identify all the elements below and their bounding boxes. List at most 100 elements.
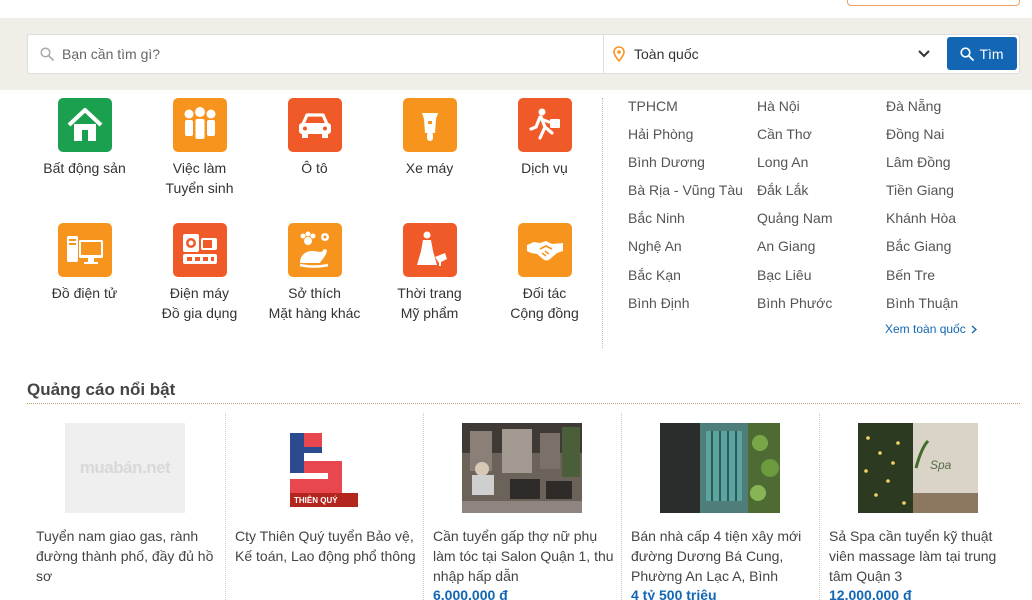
category-label: Đối tác bbox=[522, 285, 567, 301]
city-link[interactable]: Bình Thuận bbox=[886, 295, 958, 311]
city-link[interactable]: Bến Tre bbox=[886, 267, 935, 283]
appliances-icon bbox=[172, 223, 227, 277]
city-link[interactable]: Tiền Giang bbox=[886, 182, 954, 198]
city-link[interactable]: Bắc Ninh bbox=[628, 210, 685, 226]
salon-photo bbox=[462, 423, 582, 513]
city-link[interactable]: Hải Phòng bbox=[628, 126, 693, 142]
city-link[interactable]: Nghệ An bbox=[628, 238, 682, 254]
search-input[interactable] bbox=[62, 39, 582, 69]
house-photo bbox=[660, 423, 780, 513]
category-dich-vu[interactable]: Dịch vụ bbox=[487, 98, 602, 178]
city-link[interactable]: Đà Nẵng bbox=[886, 98, 941, 114]
thien-quy-logo-text: THIÊN QUÝ bbox=[294, 496, 338, 505]
category-label: Xe máy bbox=[405, 160, 454, 176]
category-sublabel: Mặt hàng khác bbox=[268, 305, 361, 321]
section-divider bbox=[27, 403, 1020, 404]
search-input-wrap bbox=[28, 35, 603, 73]
computer-icon bbox=[57, 223, 112, 277]
ad-title: Sả Spa cần tuyển kỹ thuật viên massage l… bbox=[829, 528, 997, 584]
ad-thumbnail: Spa bbox=[858, 423, 978, 513]
city-link[interactable]: Quảng Nam bbox=[757, 210, 832, 226]
ad-price: 4 tỷ 500 triệu bbox=[631, 587, 717, 600]
location-value: Toàn quốc bbox=[634, 46, 699, 62]
ad-title: Tuyển nam giao gas, rành đường thành phố… bbox=[36, 528, 214, 584]
city-link[interactable]: Bình Phước bbox=[757, 295, 832, 311]
hobby-icon bbox=[287, 223, 342, 277]
category-label: Dịch vụ bbox=[521, 160, 568, 176]
spa-logo-text: Spa bbox=[930, 458, 952, 472]
category-label: Thời trang bbox=[397, 285, 462, 301]
see-all-label: Xem toàn quốc bbox=[885, 322, 966, 336]
category-dien-may[interactable]: Điện máy Đồ gia dụng bbox=[142, 223, 257, 323]
category-viec-lam[interactable]: Việc làm Tuyển sinh bbox=[142, 98, 257, 198]
category-sublabel: Đồ gia dụng bbox=[161, 305, 238, 321]
city-link[interactable]: Bắc Giang bbox=[886, 238, 951, 254]
search-button[interactable]: Tìm bbox=[947, 37, 1017, 70]
ad-price: 12.000.000 đ bbox=[829, 587, 912, 600]
category-label: Điện máy bbox=[169, 285, 230, 301]
top-bar bbox=[0, 0, 1032, 18]
category-sublabel: Mỹ phẩm bbox=[400, 305, 459, 321]
city-link[interactable]: Đắk Lắk bbox=[757, 182, 808, 198]
city-link[interactable]: Bà Rịa - Vũng Tàu bbox=[628, 182, 743, 198]
chevron-down-icon bbox=[909, 50, 939, 58]
category-doi-tac[interactable]: Đối tác Cộng đồng bbox=[487, 223, 602, 323]
category-label: Sở thích bbox=[288, 285, 341, 301]
chevron-right-icon bbox=[971, 324, 977, 334]
search-box: Toàn quốc Tìm bbox=[27, 34, 1020, 74]
ad-thumbnail: THIÊN QUÝ bbox=[264, 423, 384, 513]
category-label: Việc làm bbox=[172, 160, 227, 176]
scooter-icon bbox=[402, 98, 457, 152]
car-icon bbox=[287, 98, 342, 152]
ad-title: Cần tuyển gấp thợ nữ phụ làm tóc tại Sal… bbox=[433, 528, 614, 584]
ad-thumbnail: muabán.net bbox=[65, 423, 185, 513]
ad-title: Cty Thiên Quý tuyển Bảo vệ, Kế toán, Lao… bbox=[235, 528, 416, 564]
city-link[interactable]: An Giang bbox=[757, 238, 815, 254]
category-do-dien-tu[interactable]: Đồ điện tử bbox=[27, 223, 142, 303]
city-link[interactable]: Bình Dương bbox=[628, 154, 705, 170]
house-icon bbox=[57, 98, 112, 152]
category-so-thich[interactable]: Sở thích Mặt hàng khác bbox=[257, 223, 372, 323]
category-xe-may[interactable]: Xe máy bbox=[372, 98, 487, 178]
ad-card[interactable]: THIÊN QUÝ Cty Thiên Quý tuyển Bảo vệ, Kế… bbox=[225, 413, 423, 600]
ad-card[interactable]: muabán.net Tuyển nam giao gas, rành đườn… bbox=[27, 413, 225, 600]
muaban-logo: muabán.net bbox=[79, 458, 171, 477]
city-link[interactable]: TPHCM bbox=[628, 98, 678, 114]
category-label: Đồ điện tử bbox=[51, 285, 118, 301]
ad-thumbnail bbox=[462, 423, 582, 513]
category-label: Bất động sản bbox=[43, 160, 126, 176]
people-icon bbox=[172, 98, 227, 152]
search-band: Toàn quốc Tìm bbox=[0, 18, 1032, 90]
city-link[interactable]: Hà Nội bbox=[757, 98, 800, 114]
category-label: Ô tô bbox=[301, 160, 328, 176]
city-link[interactable]: Bình Định bbox=[628, 295, 689, 311]
search-icon bbox=[32, 47, 62, 61]
divider bbox=[602, 98, 603, 348]
city-link[interactable]: Khánh Hòa bbox=[886, 210, 956, 226]
location-select[interactable]: Toàn quốc bbox=[603, 35, 945, 73]
see-all-link[interactable]: Xem toàn quốc bbox=[885, 322, 977, 336]
search-button-label: Tìm bbox=[979, 45, 1004, 62]
location-pin-icon bbox=[604, 46, 634, 62]
spa-photo bbox=[858, 423, 978, 513]
search-icon bbox=[960, 46, 975, 61]
ad-thumbnail bbox=[660, 423, 780, 513]
header-button[interactable] bbox=[847, 0, 1020, 6]
ad-card[interactable]: Bán nhà cấp 4 tiện xây mới đường Dương B… bbox=[621, 413, 819, 600]
city-link[interactable]: Long An bbox=[757, 154, 808, 170]
ad-card[interactable]: Cần tuyển gấp thợ nữ phụ làm tóc tại Sal… bbox=[423, 413, 621, 600]
category-sublabel: Tuyển sinh bbox=[165, 180, 234, 196]
category-grid: Bất động sản Việc làm Tuyển sinh Ô tô Xe … bbox=[27, 98, 602, 348]
city-link[interactable]: Đồng Nai bbox=[886, 126, 944, 142]
category-bat-dong-san[interactable]: Bất động sản bbox=[27, 98, 142, 178]
category-thoi-trang[interactable]: Thời trang Mỹ phẩm bbox=[372, 223, 487, 323]
ad-price: 6.000.000 đ bbox=[433, 587, 508, 600]
city-link[interactable]: Lâm Đồng bbox=[886, 154, 951, 170]
city-link[interactable]: Bạc Liêu bbox=[757, 267, 811, 283]
ad-card[interactable]: Spa Sả Spa cần tuyển kỹ thuật viên massa… bbox=[819, 413, 1017, 600]
handshake-icon bbox=[517, 223, 572, 277]
section-title: Quảng cáo nổi bật bbox=[27, 380, 176, 399]
city-link[interactable]: Bắc Kạn bbox=[628, 267, 681, 283]
city-link[interactable]: Cần Thơ bbox=[757, 126, 812, 142]
category-o-to[interactable]: Ô tô bbox=[257, 98, 372, 178]
